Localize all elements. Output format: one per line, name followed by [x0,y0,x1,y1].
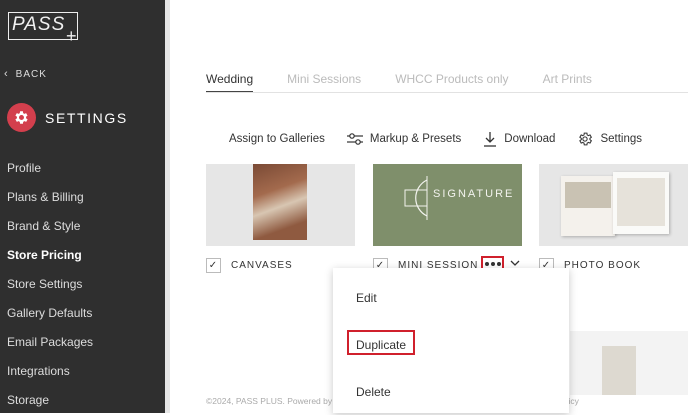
sidebar-item-profile[interactable]: Profile [0,154,165,183]
more-dots-icon [484,262,489,266]
tab-wedding[interactable]: Wedding [206,72,254,93]
canvases-label-row: ✓ CANVASES [206,258,293,273]
product-options-menu: Edit Duplicate Delete [333,268,569,413]
canvas-photo [253,164,307,240]
settings-header: SETTINGS [7,103,128,132]
gear-icon [7,103,36,132]
tab-whcc-products[interactable]: WHCC Products only [395,72,508,93]
sidebar-item-integrations[interactable]: Integrations [0,357,165,386]
book-page-left [561,176,615,236]
markup-presets-button[interactable]: Markup & Presets [346,132,462,146]
sliders-icon [346,133,363,145]
background-product-photo [602,346,636,395]
camera-lens-icon [404,176,428,220]
assign-label: Assign to Galleries [229,133,325,145]
sidebar-item-storage[interactable]: Storage [0,386,165,415]
logo-plus-mark: + [66,26,77,46]
photo-book-label: PHOTO BOOK [564,260,642,271]
tabs-underline [206,92,688,93]
photo-book-image[interactable] [539,164,688,246]
chevron-down-icon[interactable] [510,258,520,268]
canvases-checkbox[interactable]: ✓ [206,258,221,273]
sidebar-item-email-packages[interactable]: Email Packages [0,328,165,357]
menu-item-edit[interactable]: Edit [356,291,377,305]
check-icon: ✓ [208,260,219,271]
book-photo [565,182,611,208]
back-label: BACK [15,69,47,80]
settings-label: Settings [600,133,642,145]
sidebar-item-store-settings[interactable]: Store Settings [0,270,165,299]
background-product-image [570,331,688,395]
sidebar-item-plans-billing[interactable]: Plans & Billing [0,183,165,212]
more-dots-icon [496,262,501,266]
back-link[interactable]: ‹ BACK [4,68,47,80]
price-list-tabs: Wedding Mini Sessions WHCC Products only… [206,72,626,93]
sidebar-item-brand-style[interactable]: Brand & Style [0,212,165,241]
sidebar-item-gallery-defaults[interactable]: Gallery Defaults [0,299,165,328]
sidebar-item-store-pricing[interactable]: Store Pricing [0,241,165,270]
sidebar-divider [165,0,170,413]
mini-session-image[interactable]: SIGNATURE [373,164,522,246]
settings-title: SETTINGS [45,109,128,126]
canvases-image[interactable] [206,164,355,246]
markup-label: Markup & Presets [369,133,462,145]
tab-mini-sessions[interactable]: Mini Sessions [287,72,361,93]
book-page-right [613,172,669,234]
more-dots-icon [490,262,495,266]
chevron-left-icon: ‹ [4,68,9,80]
download-label: Download [504,133,556,145]
toolbar: Assign to Galleries Markup & Presets Dow… [229,131,664,147]
settings-button[interactable]: Settings [577,131,642,147]
gear-outline-icon [579,132,593,146]
canvases-label: CANVASES [231,260,293,271]
assign-to-galleries-button[interactable]: Assign to Galleries [229,133,325,145]
book-photo [617,178,665,226]
signature-wordmark: SIGNATURE [433,188,515,200]
menu-item-delete[interactable]: Delete [356,385,391,399]
settings-nav: Profile Plans & Billing Brand & Style St… [0,154,165,415]
tab-art-prints[interactable]: Art Prints [543,72,592,93]
menu-item-duplicate[interactable]: Duplicate [356,338,406,352]
sidebar: PASS + ‹ BACK SETTINGS Profile Plans & Bi… [0,0,165,413]
download-button[interactable]: Download [483,131,555,147]
download-icon [484,132,497,147]
